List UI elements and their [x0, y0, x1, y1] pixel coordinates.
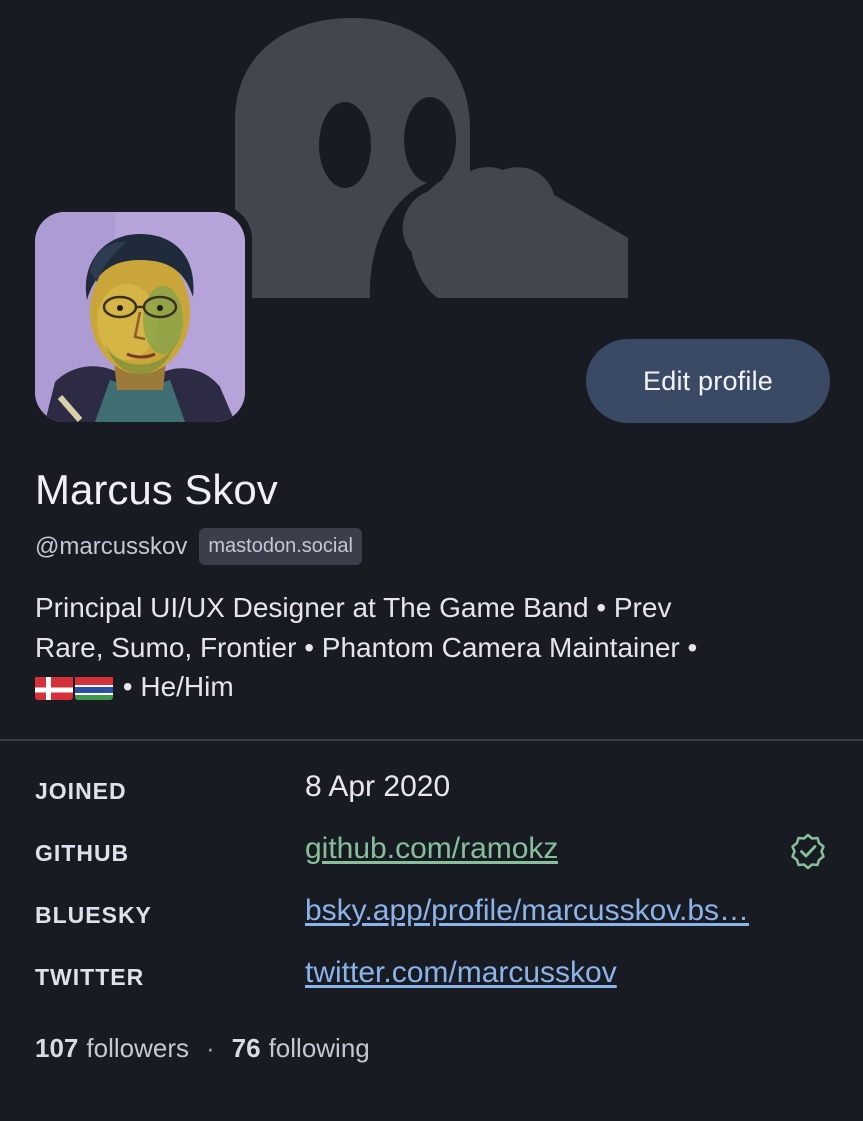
github-link[interactable]: github.com/ramokz: [305, 832, 558, 866]
field-label: JOINED: [35, 778, 127, 804]
following-label: following: [268, 1033, 370, 1063]
profile-bio: Principal UI/UX Designer at The Game Ban…: [35, 588, 825, 707]
bio-line: • He/Him: [35, 667, 825, 707]
bluesky-link[interactable]: bsky.app/profile/marcusskov.bs…: [305, 894, 749, 928]
bio-pronouns: • He/Him: [115, 671, 234, 702]
field-row-github: GITHUB github.com/ramokz: [35, 820, 835, 882]
following-count: 76: [231, 1033, 261, 1063]
avatar-image: [35, 212, 245, 422]
followers-label: followers: [86, 1033, 189, 1063]
followers-count: 107: [35, 1033, 79, 1063]
stats-separator: ·: [205, 1033, 215, 1063]
edit-profile-button[interactable]: Edit profile: [586, 339, 830, 423]
bio-line: Rare, Sumo, Frontier • Phantom Camera Ma…: [35, 631, 698, 663]
profile-fields: JOINED 8 Apr 2020 GITHUB github.com/ramo…: [35, 758, 835, 1006]
field-label: GITHUB: [35, 840, 130, 866]
field-label: BLUESKY: [35, 902, 152, 928]
server-badge: mastodon.social: [199, 528, 362, 565]
field-row-twitter: TWITTER twitter.com/marcusskov: [35, 944, 835, 1006]
bio-line: Principal UI/UX Designer at The Game Ban…: [35, 592, 672, 623]
display-name: Marcus Skov: [35, 466, 278, 513]
handle-row: @marcusskov mastodon.social: [35, 528, 362, 565]
account-handle[interactable]: @marcusskov: [35, 533, 187, 561]
avatar[interactable]: [28, 205, 252, 429]
followers-link[interactable]: 107 followers: [35, 1033, 189, 1064]
twitter-link[interactable]: twitter.com/marcusskov: [305, 956, 617, 990]
field-row-bluesky: BLUESKY bsky.app/profile/marcusskov.bs…: [35, 882, 835, 944]
denmark-flag-icon: [35, 674, 73, 700]
profile-page: Edit profile Marcus Skov @marcusskov mas…: [0, 0, 863, 1121]
field-label: TWITTER: [35, 964, 145, 990]
verified-check-icon: [791, 833, 825, 870]
divider: [0, 739, 863, 741]
field-value: 8 Apr 2020: [305, 770, 451, 803]
gambia-flag-icon: [75, 674, 113, 700]
following-link[interactable]: 76 following: [232, 1033, 370, 1064]
field-row-joined: JOINED 8 Apr 2020: [35, 758, 835, 820]
follow-stats: 107 followers · 76 following: [35, 1033, 370, 1064]
